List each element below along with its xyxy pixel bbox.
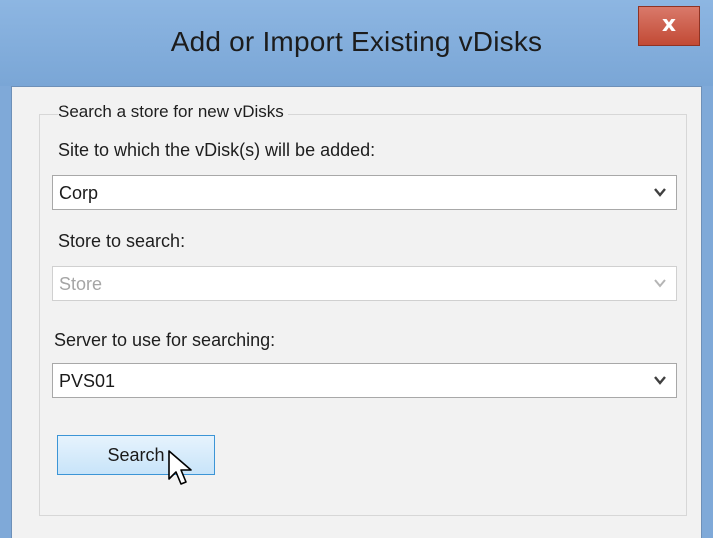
dialog-body: Search a store for new vDisks Site to wh…: [11, 86, 702, 538]
server-dropdown-value: PVS01: [59, 371, 116, 391]
dialog-window: Add or Import Existing vDisks x Search a…: [0, 0, 713, 538]
site-label: Site to which the vDisk(s) will be added…: [58, 140, 376, 160]
title-bar[interactable]: Add or Import Existing vDisks x: [0, 0, 713, 86]
mouse-pointer-icon: [168, 450, 192, 485]
store-dropdown[interactable]: Store: [52, 266, 677, 301]
close-icon: x: [661, 12, 677, 37]
chevron-down-icon: [654, 376, 666, 385]
server-label: Server to use for searching:: [54, 330, 276, 350]
site-dropdown[interactable]: Corp: [52, 175, 677, 210]
chevron-down-icon: [654, 279, 666, 288]
groupbox-legend: Search a store for new vDisks: [58, 102, 288, 122]
store-label: Store to search:: [58, 231, 186, 251]
store-dropdown-value: Store: [59, 274, 103, 294]
server-dropdown[interactable]: PVS01: [52, 363, 677, 398]
site-dropdown-value: Corp: [59, 183, 99, 203]
chevron-down-icon: [654, 188, 666, 197]
window-title: Add or Import Existing vDisks: [170, 26, 543, 57]
close-button[interactable]: x: [638, 6, 700, 46]
